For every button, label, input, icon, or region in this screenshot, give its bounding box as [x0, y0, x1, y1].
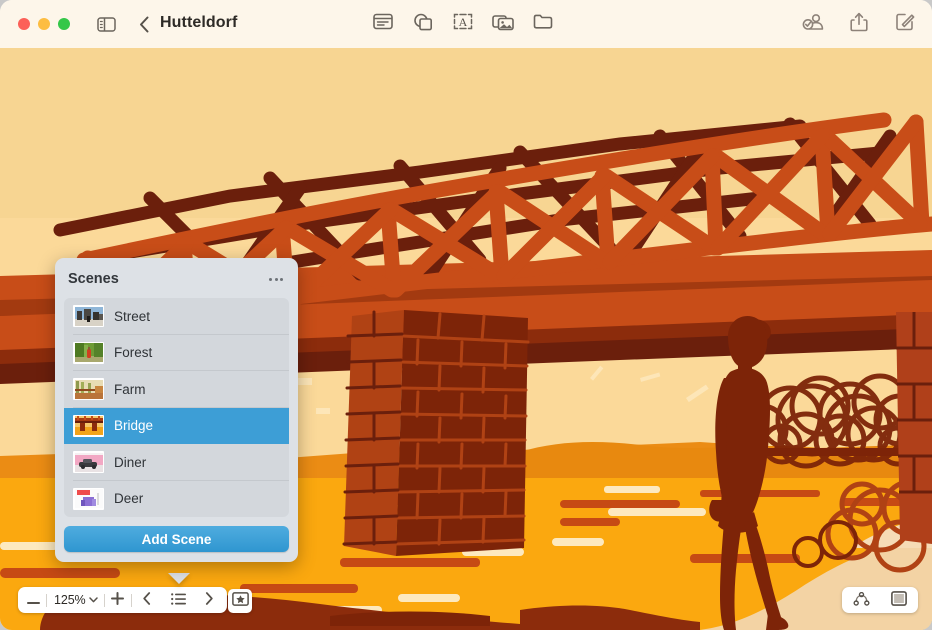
view-toolbar [842, 587, 918, 613]
collaborate-button[interactable] [800, 12, 826, 36]
chevron-down-icon[interactable] [89, 597, 104, 603]
present-star-icon [232, 592, 249, 611]
list-item[interactable]: Diner [64, 444, 289, 481]
scene-list[interactable]: Street [64, 298, 289, 517]
chevron-left-icon [139, 16, 150, 33]
add-scene-button[interactable]: Add Scene [64, 526, 289, 552]
title-bar: Hutteldorf [0, 0, 932, 48]
list-item-label: Deer [114, 491, 143, 506]
scene-thumbnail-street [73, 305, 104, 327]
present-button[interactable] [228, 589, 252, 613]
scene-thumbnail-diner [73, 451, 104, 473]
chevron-right-icon [205, 592, 213, 608]
canvas-icon [891, 591, 907, 609]
chevron-left-icon [143, 592, 151, 608]
connections-button[interactable] [843, 587, 879, 613]
text-tool-button[interactable]: A [450, 12, 476, 36]
zoom-in-button[interactable] [105, 587, 131, 613]
share-button[interactable] [846, 12, 872, 36]
canvas-button[interactable] [881, 587, 917, 613]
list-item[interactable]: Forest [64, 335, 289, 372]
share-icon [850, 12, 868, 37]
connections-icon [853, 592, 870, 609]
note-icon [373, 13, 393, 35]
close-button[interactable] [18, 18, 30, 30]
media-tool-button[interactable] [490, 12, 516, 36]
folder-tool-button[interactable] [530, 12, 556, 36]
popover-title: Scenes [68, 271, 119, 287]
list-item[interactable]: Street [64, 298, 289, 335]
center-toolbar: A [370, 12, 556, 36]
media-icon [492, 13, 514, 36]
compose-button[interactable] [892, 12, 918, 36]
list-item[interactable]: Bridge [64, 408, 289, 445]
note-tool-button[interactable] [370, 12, 396, 36]
zoom-level-value[interactable]: 125% [47, 593, 89, 607]
text-icon: A [452, 13, 474, 35]
list-item-label: Diner [114, 455, 146, 470]
shapes-tool-button[interactable] [410, 12, 436, 36]
maximize-button[interactable] [58, 18, 70, 30]
zoom-out-button[interactable] [20, 587, 46, 613]
sidebar-toggle-button[interactable] [93, 12, 119, 36]
list-item-label: Street [114, 309, 150, 324]
back-button[interactable] [131, 12, 157, 36]
popover-header: Scenes [55, 258, 298, 296]
scene-thumbnail-deer [73, 488, 104, 510]
previous-scene-button[interactable] [132, 587, 163, 613]
minimize-button[interactable] [38, 18, 50, 30]
shapes-icon [413, 13, 433, 36]
scene-list-button[interactable] [163, 587, 194, 613]
plus-icon [111, 592, 124, 608]
scene-thumbnail-bridge [73, 415, 104, 437]
minus-icon [27, 592, 40, 608]
folder-icon [533, 13, 553, 35]
scene-nav-group [132, 587, 225, 613]
app-window: Hutteldorf [0, 0, 932, 630]
compose-icon [895, 12, 915, 36]
scene-thumbnail-forest [73, 342, 104, 364]
next-scene-button[interactable] [194, 587, 225, 613]
right-toolbar [800, 12, 918, 36]
popover-tail [168, 573, 190, 584]
page-title: Hutteldorf [160, 14, 237, 32]
list-item[interactable]: Farm [64, 371, 289, 408]
svg-text:A: A [459, 15, 468, 29]
zoom-toolbar: 125% [18, 587, 227, 613]
list-icon [171, 592, 186, 608]
collaborate-icon [802, 12, 825, 36]
scene-thumbnail-farm [73, 378, 104, 400]
sidebar-icon [97, 17, 116, 32]
scenes-popover: Scenes [55, 258, 298, 562]
list-item-label: Bridge [114, 418, 153, 433]
list-item-label: Farm [114, 382, 146, 397]
more-icon[interactable] [267, 274, 285, 285]
list-item-label: Forest [114, 345, 152, 360]
list-item[interactable]: Deer [64, 481, 289, 518]
